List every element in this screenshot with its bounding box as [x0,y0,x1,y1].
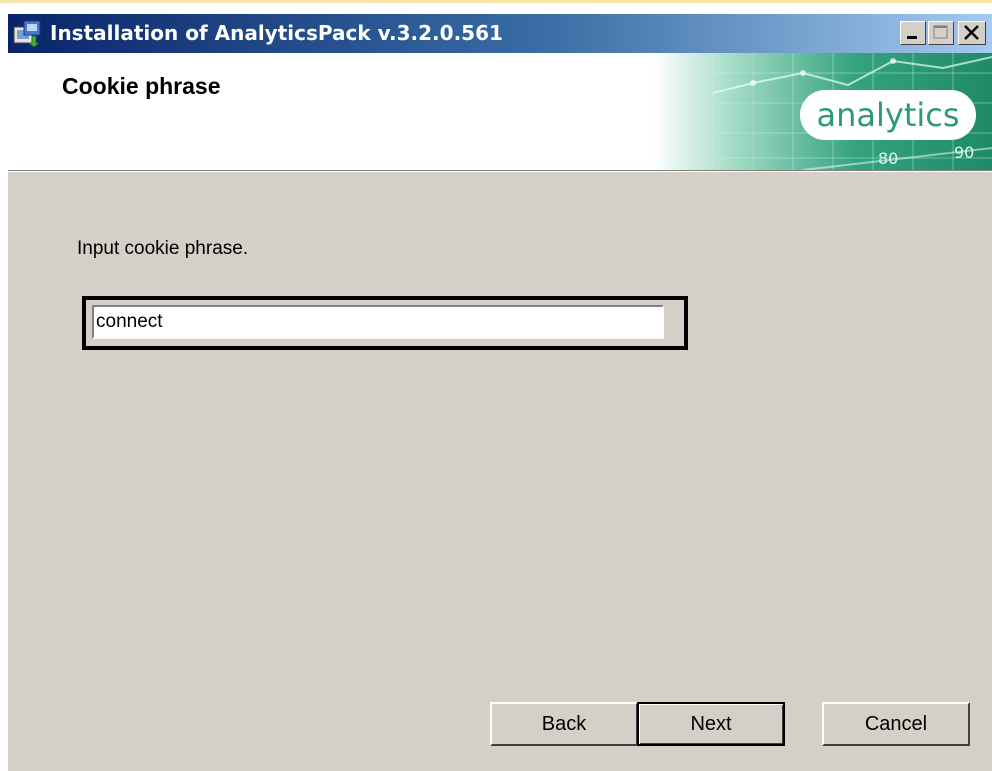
minimize-icon [907,36,917,39]
close-icon [964,25,979,40]
analytics-logo-label: analytics [800,90,976,140]
minimize-button[interactable] [900,21,926,45]
next-button[interactable]: Next [637,702,785,746]
window-title: Installation of AnalyticsPack v.3.2.0.56… [50,21,503,45]
maximize-button[interactable] [928,21,954,45]
title-bar[interactable]: Installation of AnalyticsPack v.3.2.0.56… [8,14,992,53]
banner-number-90: 90 [954,143,974,162]
installer-icon [12,19,44,48]
cookie-prompt-label: Input cookie phrase. [77,238,249,259]
installer-window: Installation of AnalyticsPack v.3.2.0.56… [8,14,992,771]
page-title: Cookie phrase [62,73,221,99]
back-button[interactable]: Back [490,702,638,746]
cookie-phrase-input[interactable] [92,305,664,339]
header-separator [8,171,992,172]
wizard-header: Cookie phrase analytics 80 90 [8,53,992,171]
cancel-button[interactable]: Cancel [822,702,970,746]
banner-number-80: 80 [878,149,898,168]
top-highlight-strip [0,0,992,3]
banner-scale-numbers: 80 90 [878,143,974,168]
maximize-icon [933,25,948,39]
close-button[interactable] [958,21,986,45]
